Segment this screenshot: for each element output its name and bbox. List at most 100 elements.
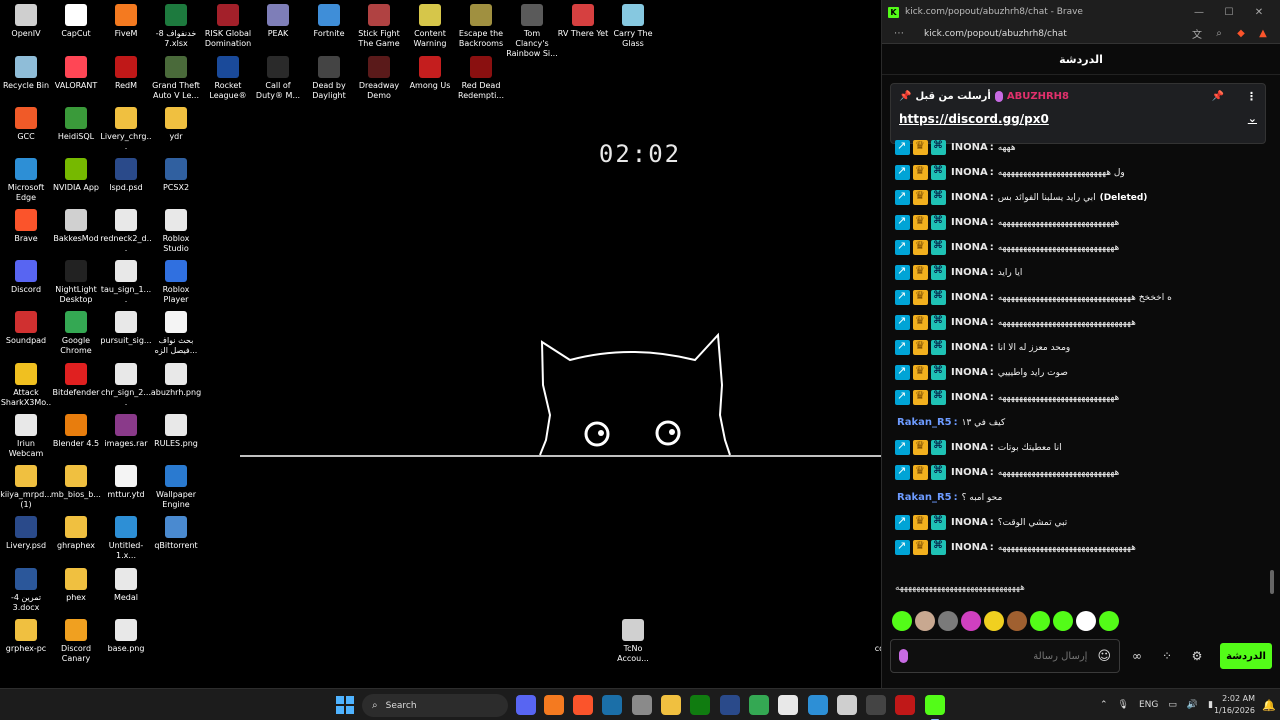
emote-icon[interactable] [892, 611, 912, 631]
desktop-icon[interactable]: Discord [0, 260, 52, 295]
settings-taskbar-icon[interactable] [632, 695, 652, 715]
desktop-icon[interactable]: بحث نواف فيصل الزه... [150, 311, 202, 356]
chat-message[interactable]: INONA:ههههههههههههههههههههههههههههه [895, 210, 1268, 235]
desktop-icon[interactable]: Dead by Daylight [303, 56, 355, 101]
desktop-icon[interactable]: Untitled-1.x... [100, 516, 152, 561]
desktop-icon[interactable]: chr_sign_2.... [100, 363, 152, 408]
emote-icon[interactable] [1030, 611, 1050, 631]
chat-message[interactable]: INONA:ههههههههههههههههههههههههههههه [895, 235, 1268, 260]
desktop-icon[interactable]: Fortnite [303, 4, 355, 39]
microphone-icon[interactable] [899, 649, 908, 663]
chat-message[interactable]: INONA:ابي رايد يسلبنا الفوائد بس(Deleted… [895, 185, 1268, 210]
desktop-icon[interactable]: RISK Global Domination [202, 4, 254, 49]
chat-message[interactable]: Rakan_R5: محو امبه ؟ [895, 485, 1268, 510]
taskbar-clock[interactable]: 2:02 AM 1/16/2026 [1205, 693, 1255, 717]
chat-username[interactable]: INONA [951, 517, 988, 528]
desktop-icon[interactable]: Livery_chrg... [100, 107, 152, 152]
emote-icon[interactable] [1053, 611, 1073, 631]
chat-message[interactable]: INONA:ايا رايد [895, 260, 1268, 285]
steam-taskbar-icon[interactable] [602, 695, 622, 715]
taskbar-search[interactable]: ⌕ Search [362, 694, 508, 717]
desktop-icon[interactable]: RULES.png [150, 414, 202, 449]
chat-input[interactable] [908, 650, 1098, 662]
start-button[interactable] [336, 696, 354, 714]
chat-username[interactable]: INONA [951, 167, 988, 178]
infinity-icon[interactable]: ∞ [1124, 649, 1150, 663]
brave-shields-icon[interactable]: ◆ [1230, 28, 1252, 39]
maximize-button[interactable]: ☐ [1214, 7, 1244, 18]
desktop-icon[interactable]: FiveM [100, 4, 152, 39]
chat-input-box[interactable]: ☺ [890, 639, 1120, 673]
chat-scrollbar[interactable] [1268, 135, 1276, 595]
chat-message[interactable]: INONA:ومحد معزز له الا انا [895, 335, 1268, 360]
pinned-author[interactable]: ABUZHRH8 [1007, 91, 1069, 102]
notepad-taskbar-icon[interactable] [778, 695, 798, 715]
desktop-icon[interactable]: Tom Clancy's Rainbow Si... [506, 4, 558, 59]
desktop-icon[interactable]: Bitdefender [50, 363, 102, 398]
chat-message[interactable]: INONA:انا معطيتك بوتات [895, 435, 1268, 460]
desktop-icon[interactable]: GCC [0, 107, 52, 142]
desktop-icon[interactable]: Medal [100, 568, 152, 603]
desktop-icon[interactable]: RedM [100, 56, 152, 91]
chat-message[interactable]: INONA:ههههههههههههههههههههههههههههه [895, 385, 1268, 410]
desktop-icon[interactable]: HeidiSQL [50, 107, 102, 142]
desktop-icon[interactable]: VALORANT [50, 56, 102, 91]
chevron-up-icon[interactable]: ⌃ [1100, 700, 1108, 710]
desktop-icon[interactable]: pursuit_sig... [100, 311, 152, 346]
chat-username[interactable]: INONA [951, 267, 988, 278]
desktop-icon[interactable]: Roblox Studio [150, 209, 202, 254]
desktop-icon[interactable]: Brave [0, 209, 52, 244]
more-icon[interactable]: ⋯ [888, 28, 910, 39]
desktop-icon[interactable]: images.rar [100, 414, 152, 449]
desktop-icon[interactable]: ydr [150, 107, 202, 142]
gear-icon[interactable]: ⚙ [1184, 649, 1210, 663]
chat-message[interactable]: INONA:ههههههههههههههههههههههههههههههههه [895, 535, 1268, 560]
photoshop-taskbar-icon[interactable] [720, 695, 740, 715]
emote-icon[interactable] [915, 611, 935, 631]
chat-message[interactable]: INONA:ه اخخخخ هههههههههههههههههههههههههه… [895, 285, 1268, 310]
desktop-icon[interactable]: mttur.ytd [100, 465, 152, 500]
emote-icon[interactable] [961, 611, 981, 631]
url-text[interactable]: kick.com/popout/abuzhrh8/chat [910, 29, 1186, 39]
desktop-icon[interactable]: Google Chrome [50, 311, 102, 356]
more-options-icon[interactable]: ⋮ [1246, 90, 1257, 103]
desktop-icon[interactable]: abuzhrh.png [150, 363, 202, 398]
chat-username[interactable]: INONA [951, 542, 988, 553]
chevron-down-icon[interactable]: ⌄ [1248, 112, 1257, 126]
desktop-icon[interactable]: phex [50, 568, 102, 603]
desktop-icon[interactable]: redneck2_d... [100, 209, 152, 254]
desktop-icon[interactable]: Call of Duty® M... [252, 56, 304, 101]
network-icon[interactable]: ▭ [1168, 700, 1177, 710]
minimize-button[interactable]: — [1184, 7, 1214, 18]
desktop-icon[interactable]: Soundpad [0, 311, 52, 346]
chat-username[interactable]: INONA [951, 467, 988, 478]
app2-taskbar-icon[interactable] [866, 695, 886, 715]
users-icon[interactable]: ⁘ [1154, 649, 1180, 663]
desktop-icon[interactable]: Dreadway Demo [353, 56, 405, 101]
chat-username[interactable]: INONA [951, 242, 988, 253]
discord-link[interactable]: https://discord.gg/px0 [899, 112, 1049, 126]
desktop-icon[interactable]: base.png [100, 619, 152, 654]
desktop-icon[interactable]: Microsoft Edge [0, 158, 52, 203]
desktop-icon[interactable]: Grand Theft Auto V Le... [150, 56, 202, 101]
desktop-icon[interactable]: NVIDIA App [50, 158, 102, 193]
xbox-taskbar-icon[interactable] [690, 695, 710, 715]
kick-taskbar-icon[interactable] [925, 695, 945, 720]
desktop-icon[interactable]: Among Us [404, 56, 456, 91]
desktop-icon[interactable]: Stick Fight The Game [353, 4, 405, 49]
app-taskbar-icon[interactable] [808, 695, 828, 715]
desktop-icon[interactable]: Livery.psd [0, 516, 52, 551]
desktop-icon[interactable]: NightLight Desktop [50, 260, 102, 305]
desktop-icon[interactable]: Iriun Webcam [0, 414, 52, 459]
desktop-icon[interactable]: Discord Canary [50, 619, 102, 664]
emote-icon[interactable] [1076, 611, 1096, 631]
chrome-taskbar-icon[interactable] [749, 695, 769, 715]
chat-message[interactable]: INONA:تبي تمشي الوقت؟ [895, 510, 1268, 535]
chat-message[interactable]: Rakan_R5: كيف في ١٣ [895, 410, 1268, 435]
desktop-icon[interactable]: Blender 4.5 [50, 414, 102, 449]
zoom-icon[interactable]: ⌕ [1208, 28, 1230, 39]
desktop-icon[interactable]: Wallpaper Engine [150, 465, 202, 510]
emoji-icon[interactable]: ☺ [1097, 649, 1111, 664]
chat-message[interactable]: INONA:هههه [895, 135, 1268, 160]
chat-username[interactable]: Rakan_R5 [897, 492, 952, 503]
